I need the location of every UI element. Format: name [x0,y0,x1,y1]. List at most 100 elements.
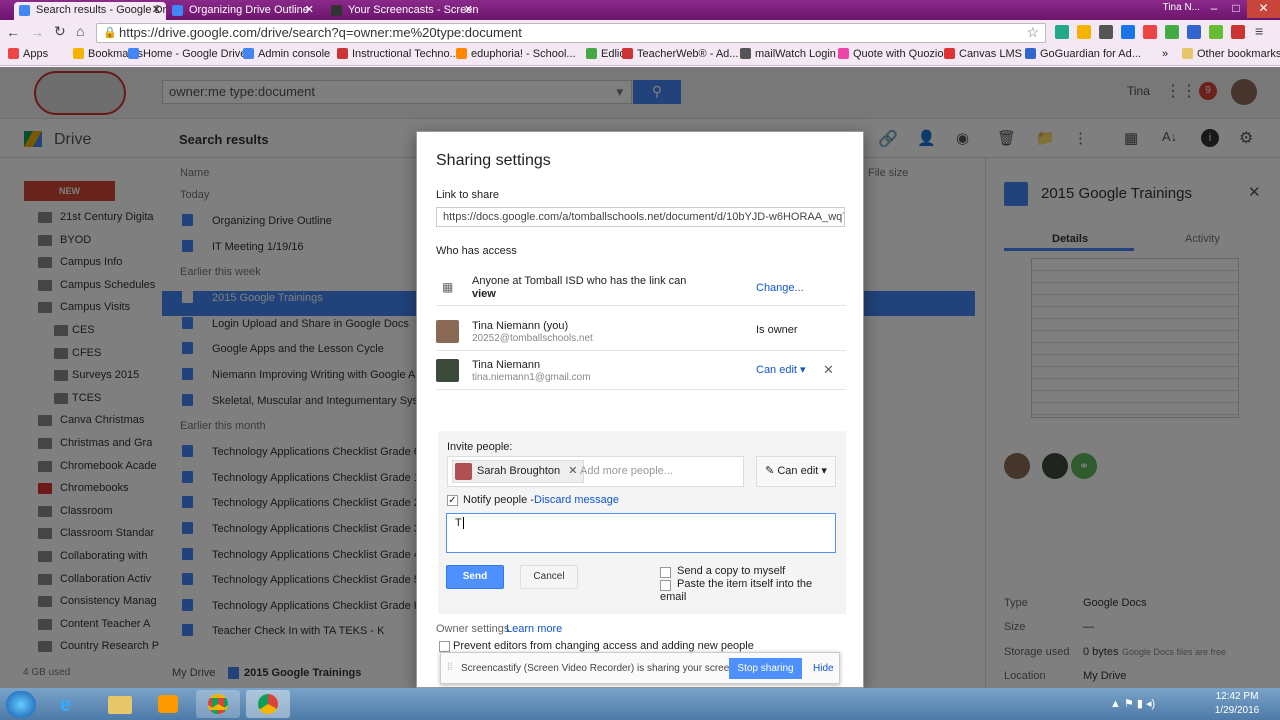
extension-icon[interactable] [1143,25,1157,39]
invite-placeholder[interactable]: Add more people... [580,465,673,477]
maximize-icon[interactable]: □ [1225,0,1247,18]
close-tab-icon[interactable]: ✕ [305,2,314,18]
tab-favicon-icon [172,5,183,16]
chrome-icon[interactable] [246,690,290,718]
invite-input[interactable]: Sarah Broughton ✕ Add more people... [447,456,744,487]
discard-message-link[interactable]: Discard message [534,494,619,506]
dialog-title: Sharing settings [436,152,551,169]
bookmark-item[interactable]: Canvas LMS [944,48,1022,60]
extension-icon[interactable] [1209,25,1223,39]
prevent-checkbox[interactable] [439,641,450,652]
hide-button[interactable]: Hide [813,663,834,674]
remove-chip-icon[interactable]: ✕ [568,465,577,477]
bookmark-item[interactable]: mailWatch Login [740,48,836,60]
bookmark-icon [128,48,139,59]
address-bar: ← → ↻ ⌂ 🔒 https://drive.google.com/drive… [0,20,1280,46]
bookmark-item[interactable]: Home - Google Drive [128,48,246,60]
bookmark-item[interactable]: Edlio [586,48,625,60]
bookmark-item[interactable]: Other bookmarks [1182,48,1280,60]
access-row-owner: Tina Niemann (you) 20252@tomballschools.… [436,312,846,351]
remove-icon[interactable]: ✕ [823,362,834,378]
bookmark-icon [73,48,84,59]
learn-more-link[interactable]: Learn more [506,623,562,635]
change-link[interactable]: Change... [756,282,804,294]
bookmark-label: mailWatch Login [755,48,836,60]
bookmark-label: Quote with Quozio [853,48,944,60]
tray-icons[interactable]: ▲ ⚑ ▮ ◂) [1110,697,1155,710]
media-player-icon[interactable] [146,690,190,718]
bookmark-label: eduphoria! - School... [471,48,576,60]
bookmark-item[interactable]: Instructional Techno... [337,48,459,60]
chrome-icon[interactable] [196,690,240,718]
send-button[interactable]: Send [446,565,504,589]
extension-icon[interactable] [1231,25,1245,39]
bookmark-item[interactable]: TeacherWeb® - Ad... [622,48,738,60]
home-icon[interactable]: ⌂ [76,23,84,39]
reload-icon[interactable]: ↻ [54,23,66,40]
explorer-icon[interactable] [98,690,142,718]
stop-sharing-button[interactable]: Stop sharing [729,658,802,679]
permission-dropdown[interactable]: ✎ Can edit ▾ [756,456,836,487]
bookmark-icon [944,48,955,59]
back-icon[interactable]: ← [6,24,20,40]
bookmark-icon [838,48,849,59]
copy-label: Send a copy to myself [677,565,786,577]
drag-handle-icon[interactable]: ⁞⁞ [447,662,453,673]
start-button[interactable] [6,691,36,718]
drive-extension-icon[interactable] [1077,25,1091,39]
extension-icon[interactable] [1165,25,1179,39]
profile-name[interactable]: Tina N... [1163,2,1200,13]
bookmark-label: Canvas LMS [959,48,1022,60]
tab-0[interactable]: Search results - Google Dr ✕ [14,2,166,20]
bookmark-item[interactable]: Quote with Quozio [838,48,944,60]
notify-checkbox[interactable]: ✓ [447,495,458,506]
cancel-button[interactable]: Cancel [520,565,578,589]
access-name: Anyone at Tomball ISD who has the link c… [472,275,687,287]
close-window-icon[interactable]: ✕ [1247,0,1280,18]
forward-icon[interactable]: → [30,24,44,40]
bookmark-icon [1182,48,1193,59]
bookmark-label: Other bookmarks [1197,48,1280,60]
star-icon[interactable]: ☆ [1026,23,1039,41]
url-field[interactable]: 🔒 https://drive.google.com/drive/search?… [96,23,1046,43]
bookmark-item[interactable]: Apps [8,48,48,60]
copy-checkbox[interactable] [660,567,671,578]
tab-2[interactable]: Your Screencasts - Screen ✕ [326,2,478,20]
overflow-chevron-icon[interactable]: » [1162,48,1168,60]
tab-favicon-icon [331,5,342,16]
tab-favicon-icon [19,5,30,16]
access-email: tina.niemann1@gmail.com [472,372,591,383]
screencast-message: Screencastify (Screen Video Recorder) is… [461,663,738,674]
invitee-name: Sarah Broughton [477,465,561,477]
close-tab-icon[interactable]: ✕ [152,2,161,18]
message-textarea[interactable]: T [446,513,836,553]
taskbar: e ▲ ⚑ ▮ ◂) 12:42 PM 1/29/2016 [0,688,1280,720]
extension-icon[interactable] [1187,25,1201,39]
owner-role: Is owner [756,324,798,336]
can-edit-dropdown[interactable]: Can edit ▾ [756,363,806,376]
extension-icon[interactable] [1055,25,1069,39]
clock-date[interactable]: 1/29/2016 [1212,705,1262,716]
bookmark-icon [1025,48,1036,59]
bookmark-label: Admin console [258,48,331,60]
clock-time[interactable]: 12:42 PM [1212,691,1262,702]
bookmark-item[interactable]: GoGuardian for Ad... [1025,48,1141,60]
sharing-dialog: Sharing settings Link to share https://d… [416,131,864,688]
bookmark-icon [456,48,467,59]
access-row-editor: Tina Niemann tina.niemann1@gmail.com Can… [436,351,846,390]
bookmark-item[interactable]: Admin console [243,48,330,60]
bookmark-icon [8,48,19,59]
close-tab-icon[interactable]: ✕ [464,2,473,18]
extension-icon[interactable] [1121,25,1135,39]
share-link-field[interactable]: https://docs.google.com/a/tomballschools… [436,207,845,227]
tab-1[interactable]: Organizing Drive Outline ✕ [167,2,319,20]
bookmark-item[interactable]: eduphoria! - School... [456,48,576,60]
prevent-label: Prevent editors from changing access and… [453,640,754,652]
tab-strip: Search results - Google Dr ✕ Organizing Dr… [0,0,1280,20]
menu-icon[interactable]: ≡ [1255,23,1263,39]
bookmark-icon [243,48,254,59]
minimize-icon[interactable]: – [1203,0,1225,18]
tab-title: Your Screencasts - Screen [348,4,478,16]
extension-icon[interactable] [1099,25,1113,39]
ie-icon[interactable]: e [48,690,92,718]
